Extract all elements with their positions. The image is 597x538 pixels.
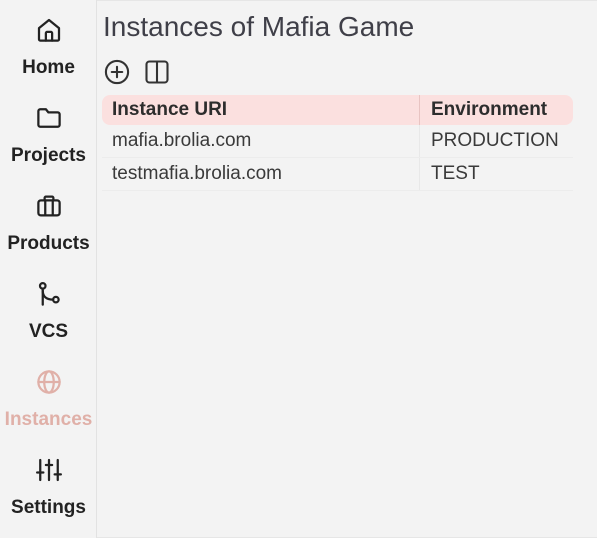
sidebar-item-vcs[interactable]: VCS xyxy=(0,279,97,359)
environment-cell: TEST xyxy=(419,158,573,190)
column-header-uri[interactable]: Instance URI xyxy=(102,95,419,125)
sidebar-item-instances[interactable]: Instances xyxy=(0,367,97,447)
sidebar-item-label: VCS xyxy=(28,321,69,342)
instances-table: Instance URI Environment mafia.brolia.co… xyxy=(102,95,573,191)
environment-cell: PRODUCTION xyxy=(419,125,573,157)
sidebar-item-label: Projects xyxy=(11,145,86,166)
table-row[interactable]: testmafia.brolia.com TEST xyxy=(102,158,573,191)
sidebar-item-label: Home xyxy=(22,57,75,78)
toggle-layout-button[interactable] xyxy=(143,58,171,86)
sidebar-item-products[interactable]: Products xyxy=(0,191,97,271)
table-row[interactable]: mafia.brolia.com PRODUCTION xyxy=(102,125,573,158)
sidebar-item-label: Settings xyxy=(11,497,86,518)
instance-uri-cell: mafia.brolia.com xyxy=(112,130,252,151)
home-icon xyxy=(34,15,64,45)
sidebar-item-home[interactable]: Home xyxy=(0,15,97,95)
globe-icon xyxy=(34,367,64,397)
briefcase-icon xyxy=(34,191,64,221)
sidebar-item-label: Instances xyxy=(4,409,93,430)
sidebar: Home Projects Products VCS Instances Set… xyxy=(0,0,97,538)
folder-icon xyxy=(34,103,64,133)
branch-icon xyxy=(34,279,64,309)
page-title: Instances of Mafia Game xyxy=(103,11,415,42)
plus-circle-icon xyxy=(104,59,130,85)
add-instance-button[interactable] xyxy=(103,58,131,86)
sliders-icon xyxy=(34,455,64,485)
instance-uri-cell: testmafia.brolia.com xyxy=(112,163,283,184)
split-view-icon xyxy=(145,60,169,84)
table-header: Instance URI Environment xyxy=(102,95,573,125)
sidebar-item-settings[interactable]: Settings xyxy=(0,455,97,535)
sidebar-item-label: Products xyxy=(7,233,90,254)
sidebar-item-projects[interactable]: Projects xyxy=(0,103,97,183)
column-header-environment[interactable]: Environment xyxy=(419,95,573,125)
main-content: Instances of Mafia Game Instance URI Env… xyxy=(102,0,597,538)
